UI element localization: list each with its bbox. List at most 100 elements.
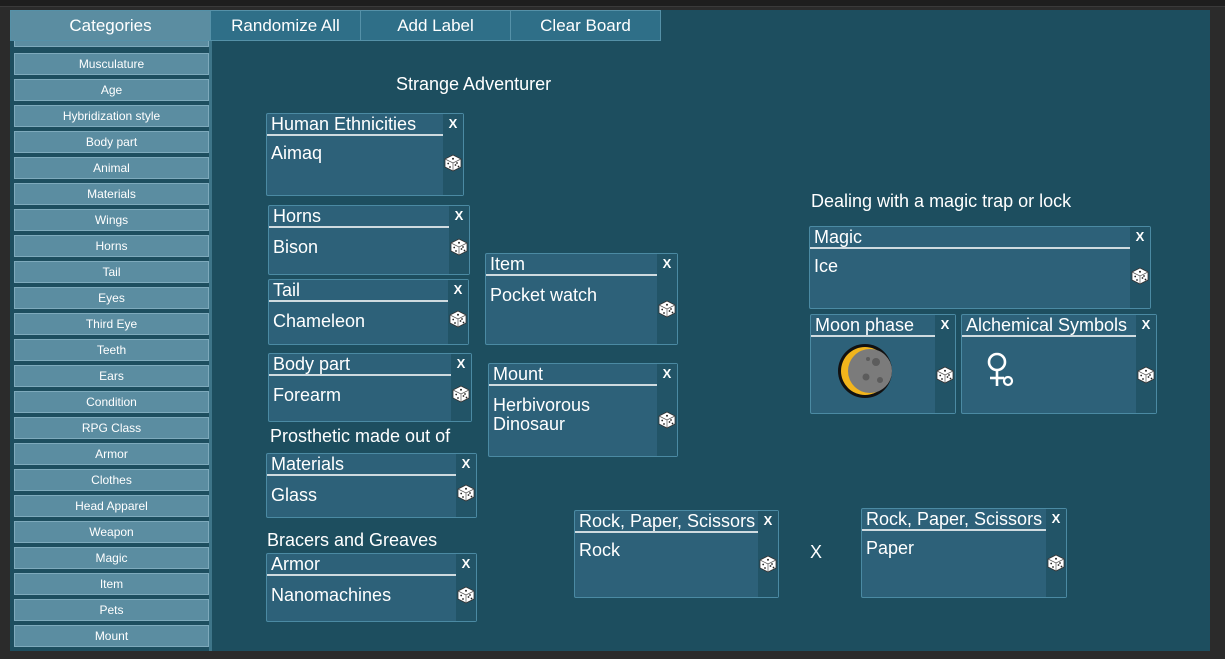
card-mount[interactable]: Mount X Herbivorous Dinosaur — [488, 363, 678, 457]
close-button[interactable]: X — [451, 354, 471, 376]
sidebar-item-ears[interactable]: Ears — [14, 365, 209, 387]
card-title: Rock, Paper, Scissors — [862, 509, 1046, 531]
sidebar-item-third-eye[interactable]: Third Eye — [14, 313, 209, 335]
label-magic-trap[interactable]: Dealing with a magic trap or lock — [811, 191, 1071, 212]
close-button[interactable]: X — [758, 511, 778, 533]
sidebar-item-pets[interactable]: Pets — [14, 599, 209, 621]
label-strange-adventurer[interactable]: Strange Adventurer — [396, 74, 551, 95]
card-value: Paper — [866, 538, 915, 558]
card-value: Aimaq — [271, 143, 323, 163]
sidebar-item-head-apparel[interactable]: Head Apparel — [14, 495, 209, 517]
sidebar-item-wings[interactable]: Wings — [14, 209, 209, 231]
card-value: Herbivorous Dinosaur — [493, 395, 591, 434]
dice-icon[interactable] — [450, 238, 468, 256]
close-button[interactable]: X — [449, 206, 469, 228]
close-button[interactable]: X — [1046, 509, 1066, 531]
sidebar-item-tail[interactable]: Tail — [14, 261, 209, 283]
card-magic[interactable]: Magic X Ice — [809, 226, 1151, 309]
sidebar-item-animal[interactable]: Animal — [14, 157, 209, 179]
dice-icon[interactable] — [1137, 366, 1155, 384]
dice-icon[interactable] — [936, 366, 954, 384]
card-body-part[interactable]: Body part X Forearm — [268, 353, 472, 422]
dice-icon[interactable] — [1047, 554, 1065, 572]
card-value: Rock — [579, 540, 621, 560]
sidebar-item-eyes[interactable]: Eyes — [14, 287, 209, 309]
close-button[interactable]: X — [657, 254, 677, 276]
sidebar-item-partial[interactable] — [14, 41, 209, 47]
card-materials[interactable]: Materials X Glass — [266, 453, 477, 518]
close-button[interactable]: X — [657, 364, 677, 386]
sidebar-item-teeth[interactable]: Teeth — [14, 339, 209, 361]
dice-icon[interactable] — [457, 586, 475, 604]
card-rock-paper-scissors-left[interactable]: Rock, Paper, Scissors X Rock — [574, 510, 779, 598]
card-value: Bison — [273, 237, 319, 257]
dice-icon[interactable] — [452, 385, 470, 403]
card-value: Ice — [814, 256, 839, 276]
card-tail[interactable]: Tail X Chameleon — [268, 279, 469, 345]
close-button[interactable]: X — [935, 315, 955, 337]
category-sidebar[interactable]: Musculature Age Hybridization style Body… — [10, 41, 212, 651]
sidebar-scrollbar[interactable] — [209, 41, 212, 651]
dice-icon[interactable] — [1131, 267, 1149, 285]
sidebar-item-age[interactable]: Age — [14, 79, 209, 101]
sidebar-item-clothes[interactable]: Clothes — [14, 469, 209, 491]
close-button[interactable]: X — [456, 554, 476, 576]
dice-icon[interactable] — [658, 300, 676, 318]
sidebar-item-mount[interactable]: Mount — [14, 625, 209, 647]
sidebar-item-musculature[interactable]: Musculature — [14, 53, 209, 75]
card-title: Mount — [489, 364, 657, 386]
card-value: Chameleon — [273, 311, 366, 331]
clear-board-button[interactable]: Clear Board — [510, 10, 661, 41]
dice-icon[interactable] — [759, 555, 777, 573]
card-value: Nanomachines — [271, 585, 392, 605]
card-title: Magic — [810, 227, 1130, 249]
card-item[interactable]: Item X Pocket watch — [485, 253, 678, 345]
card-value: Forearm — [273, 385, 342, 405]
sidebar-item-armor[interactable]: Armor — [14, 443, 209, 465]
sidebar-item-materials[interactable]: Materials — [14, 183, 209, 205]
close-button[interactable]: X — [1136, 315, 1156, 337]
dice-icon[interactable] — [444, 154, 462, 172]
card-title: Human Ethnicities — [267, 114, 443, 136]
card-title: Alchemical Symbols — [962, 315, 1136, 337]
sidebar-item-rpg-class[interactable]: RPG Class — [14, 417, 209, 439]
add-label-button[interactable]: Add Label — [360, 10, 511, 41]
waxing-crescent-moon-icon — [838, 344, 892, 398]
sidebar-item-weapon[interactable]: Weapon — [14, 521, 209, 543]
randomize-all-button[interactable]: Randomize All — [210, 10, 361, 41]
card-title: Rock, Paper, Scissors — [575, 511, 758, 533]
sidebar-item-magic[interactable]: Magic — [14, 547, 209, 569]
card-rock-paper-scissors-right[interactable]: Rock, Paper, Scissors X Paper — [861, 508, 1067, 598]
dice-icon[interactable] — [449, 310, 467, 328]
sidebar-item-body-part[interactable]: Body part — [14, 131, 209, 153]
card-moon-phase[interactable]: Moon phase X — [810, 314, 956, 414]
label-bracers-greaves[interactable]: Bracers and Greaves — [267, 530, 437, 551]
card-armor[interactable]: Armor X Nanomachines — [266, 553, 477, 622]
card-title: Item — [486, 254, 657, 276]
close-button[interactable]: X — [443, 114, 463, 136]
dice-icon[interactable] — [658, 411, 676, 429]
card-title: Armor — [267, 554, 456, 576]
sidebar-item-item[interactable]: Item — [14, 573, 209, 595]
close-button[interactable]: X — [1130, 227, 1150, 249]
close-button[interactable]: X — [456, 454, 476, 476]
card-title: Body part — [269, 354, 451, 376]
card-title: Materials — [267, 454, 456, 476]
sidebar-item-hybridization-style[interactable]: Hybridization style — [14, 105, 209, 127]
categories-button[interactable]: Categories — [10, 10, 211, 41]
dice-icon[interactable] — [457, 484, 475, 502]
card-value: Pocket watch — [490, 285, 598, 305]
card-value: Glass — [271, 485, 318, 505]
card-human-ethnicities[interactable]: Human Ethnicities X Aimaq — [266, 113, 464, 196]
sidebar-item-horns[interactable]: Horns — [14, 235, 209, 257]
card-title: Tail — [269, 280, 448, 302]
card-alchemical-symbols[interactable]: Alchemical Symbols X — [961, 314, 1157, 414]
window-top-bar — [0, 0, 1225, 7]
sidebar-item-condition[interactable]: Condition — [14, 391, 209, 413]
versus-separator: X — [810, 542, 823, 562]
label-prosthetic[interactable]: Prosthetic made out of — [270, 426, 450, 447]
close-button[interactable]: X — [448, 280, 468, 302]
card-horns[interactable]: Horns X Bison — [268, 205, 470, 275]
card-title: Moon phase — [811, 315, 935, 337]
card-title: Horns — [269, 206, 449, 228]
